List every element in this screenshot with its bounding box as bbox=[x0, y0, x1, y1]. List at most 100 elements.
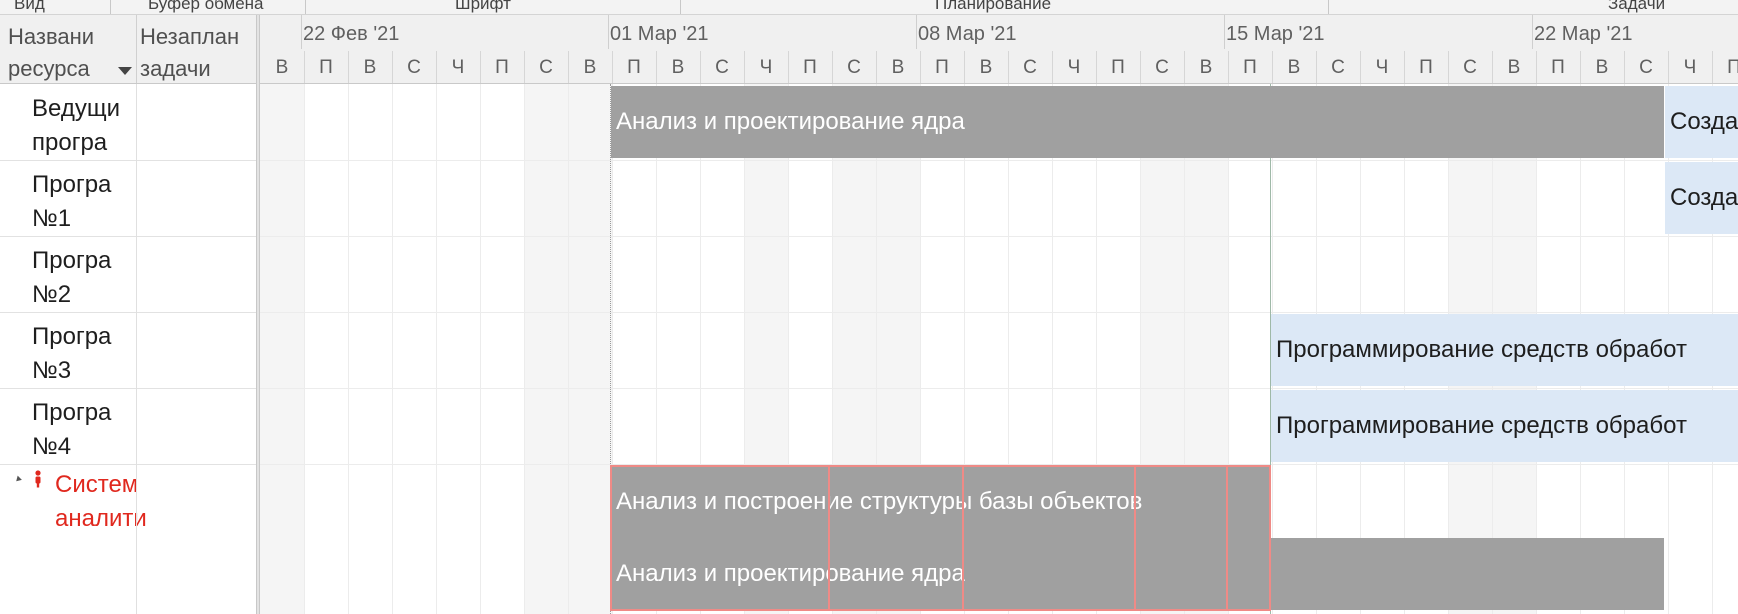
timescale-day-label: С bbox=[407, 57, 421, 78]
timescale-day-label: П bbox=[935, 57, 949, 78]
row-divider bbox=[0, 236, 256, 237]
ribbon-group-view[interactable]: Вид bbox=[14, 0, 45, 14]
timescale-day-label: П bbox=[1111, 57, 1125, 78]
row-divider bbox=[0, 388, 256, 389]
timescale-day-label: П bbox=[1419, 57, 1433, 78]
timescale-day-label: В bbox=[363, 57, 377, 78]
assignment-bar[interactable]: Создание мо bbox=[1665, 86, 1738, 158]
row-gridline bbox=[260, 160, 1738, 161]
overallocated-person-icon bbox=[35, 470, 41, 488]
timescale-header: 22 Фев '21 01 Мар '21 08 Мар '21 15 Мар … bbox=[260, 15, 1738, 84]
timescale-day-label: П bbox=[1551, 57, 1565, 78]
ribbon-separator bbox=[305, 0, 306, 14]
overallocation-marker bbox=[962, 465, 964, 611]
timescale-week-tick bbox=[1532, 15, 1533, 49]
timescale-day-label: С bbox=[1155, 57, 1169, 78]
overallocation-marker bbox=[610, 609, 1271, 611]
timescale-day-label: П bbox=[1727, 57, 1738, 78]
day-gridline bbox=[568, 84, 569, 614]
column-divider bbox=[136, 84, 137, 614]
assignment-bar[interactable]: Создание мо bbox=[1665, 162, 1738, 234]
row-gridline bbox=[260, 312, 1738, 313]
timescale-week-label: 08 Мар '21 bbox=[918, 23, 1017, 45]
timescale-day-label: П bbox=[627, 57, 641, 78]
overallocation-marker bbox=[828, 465, 830, 611]
timescale-day-label: В bbox=[275, 57, 289, 78]
timescale-day-label: Ч bbox=[1683, 57, 1697, 78]
ribbon-group-tasks[interactable]: Задачи bbox=[1608, 0, 1665, 14]
ribbon-separator bbox=[110, 0, 111, 14]
day-gridline bbox=[480, 84, 481, 614]
nonworking-day-shading bbox=[260, 84, 304, 614]
timescale-day-label: В bbox=[979, 57, 993, 78]
timescale-week-tick bbox=[301, 15, 302, 49]
day-gridline bbox=[304, 84, 305, 614]
resource-name-cell-overallocated[interactable]: Систем аналити bbox=[55, 468, 159, 536]
column-header-unscheduled-tasks[interactable]: Незаплан задачи bbox=[140, 21, 254, 85]
resource-name-cell[interactable]: Програ №3 bbox=[32, 320, 136, 388]
timeline-grid: Анализ и проектирование ядра Создание мо… bbox=[260, 84, 1738, 614]
row-divider bbox=[0, 464, 256, 465]
day-gridline bbox=[348, 84, 349, 614]
ribbon-group-scheduling[interactable]: Планирование bbox=[935, 0, 1051, 14]
timescale-day-label: Ч bbox=[451, 57, 465, 78]
resource-table-header: Названи ресурса Незаплан задачи bbox=[0, 15, 256, 84]
timescale-day-label: П bbox=[1243, 57, 1257, 78]
filter-dropdown-icon[interactable] bbox=[118, 67, 132, 75]
resource-name-cell[interactable]: Програ №2 bbox=[32, 244, 136, 312]
timescale-day-label: С bbox=[715, 57, 729, 78]
timescale-day-label: С bbox=[539, 57, 553, 78]
row-divider bbox=[0, 312, 256, 313]
timescale-week-label: 01 Мар '21 bbox=[610, 23, 709, 45]
timescale-day-label: Ч bbox=[1375, 57, 1389, 78]
assignment-bar[interactable]: Анализ и построение структуры базы объек… bbox=[611, 466, 1270, 538]
timescale-week-tick bbox=[916, 15, 917, 49]
day-gridline bbox=[524, 84, 525, 614]
timescale-week-tick bbox=[608, 15, 609, 49]
timescale-day-label: В bbox=[1507, 57, 1521, 78]
overallocation-marker bbox=[610, 465, 612, 611]
timescale-day-label: С bbox=[1639, 57, 1653, 78]
ribbon-group-font[interactable]: Шрифт bbox=[455, 0, 511, 14]
timescale-day-label: В bbox=[671, 57, 685, 78]
row-divider bbox=[0, 160, 256, 161]
column-header-resource-name[interactable]: Названи ресурса bbox=[8, 21, 134, 85]
assignment-bar[interactable]: Анализ и проектирование ядра bbox=[611, 538, 1664, 610]
resource-name-cell[interactable]: Програ №4 bbox=[32, 396, 136, 464]
timescale-week-label: 15 Мар '21 bbox=[1226, 23, 1325, 45]
timescale-week-label: 22 Фев '21 bbox=[303, 23, 400, 45]
overallocation-marker bbox=[610, 465, 1271, 467]
timescale-day-label: П bbox=[803, 57, 817, 78]
timescale-day-label: В bbox=[1199, 57, 1213, 78]
day-gridline bbox=[392, 84, 393, 614]
timescale-day-label: С bbox=[1463, 57, 1477, 78]
timescale-day-label: В bbox=[583, 57, 597, 78]
resource-usage-timeline: 22 Фев '21 01 Мар '21 08 Мар '21 15 Мар … bbox=[260, 15, 1738, 614]
resource-table-body: Ведущи програ Програ №1 Програ №2 Програ… bbox=[0, 84, 256, 614]
assignment-bar[interactable]: Программирование средств обработ bbox=[1271, 390, 1738, 462]
timescale-day-label: С bbox=[1331, 57, 1345, 78]
timescale-day-label: В bbox=[891, 57, 905, 78]
timescale-day-label: В bbox=[1595, 57, 1609, 78]
timescale-day-label: Ч bbox=[1067, 57, 1081, 78]
timescale-day-label: П bbox=[495, 57, 509, 78]
timescale-week-label: 22 Мар '21 bbox=[1534, 23, 1633, 45]
assignment-bar[interactable]: Программирование средств обработ bbox=[1271, 314, 1738, 386]
timescale-day-label: С bbox=[1023, 57, 1037, 78]
timescale-day-label: Ч bbox=[759, 57, 773, 78]
timescale-day-label: П bbox=[319, 57, 333, 78]
row-gridline bbox=[260, 236, 1738, 237]
resource-name-cell[interactable]: Ведущи програ bbox=[32, 92, 136, 160]
day-gridline bbox=[436, 84, 437, 614]
row-gridline bbox=[260, 388, 1738, 389]
ribbon-separator bbox=[1328, 0, 1329, 14]
overallocation-marker bbox=[1226, 465, 1228, 611]
resource-name-cell[interactable]: Програ №1 bbox=[32, 168, 136, 236]
ribbon-group-clipboard[interactable]: Буфер обмена bbox=[148, 0, 264, 14]
timescale-week-tick bbox=[1224, 15, 1225, 49]
assignment-bar[interactable]: Анализ и проектирование ядра bbox=[611, 86, 1664, 158]
overallocation-marker bbox=[1134, 465, 1136, 611]
ribbon-group-labels: Вид Буфер обмена Шрифт Планирование Зада… bbox=[0, 0, 1738, 15]
timescale-day-label: В bbox=[1287, 57, 1301, 78]
column-divider[interactable] bbox=[136, 15, 137, 83]
